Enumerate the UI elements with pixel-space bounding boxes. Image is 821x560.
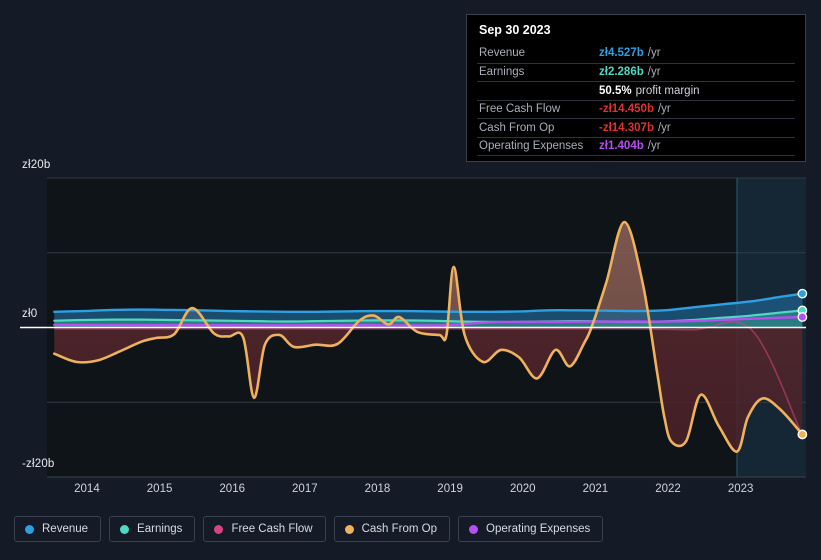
legend-item-operating-expenses[interactable]: Operating Expenses [458, 516, 604, 542]
x-axis-tick-label: 2019 [437, 483, 463, 495]
tooltip-row: Operating Expenses zł1.404b/yr [477, 136, 795, 156]
tooltip-row-value: 50.5% [599, 84, 632, 97]
legend-color-swatch-icon [120, 524, 130, 534]
legend-item-label: Cash From Op [361, 523, 438, 535]
tooltip-date: Sep 30 2023 [479, 23, 551, 37]
tooltip-row-value: zł1.404b [599, 140, 644, 153]
tooltip-row-value-group: 50.5% profit margin [599, 85, 700, 97]
x-axis-tick-label: 2016 [219, 483, 245, 495]
tooltip-row-unit: /yr [647, 66, 661, 79]
tooltip-row-value: zł2.286b [599, 66, 644, 79]
x-axis-tick-label: 2017 [292, 483, 318, 495]
tooltip-row-value-group: zł4.527b/yr [599, 47, 661, 59]
tooltip-row-unit: /yr [657, 103, 671, 116]
tooltip-row-label: Free Cash Flow [479, 103, 561, 116]
tooltip-row-value: -zł14.307b [599, 121, 654, 134]
tooltip-row: Cash From Op -zł14.307b/yr [477, 118, 795, 137]
tooltip-rows: Revenue zł4.527b/yr Earnings zł2.286b/yr 50.… [477, 44, 795, 155]
x-axis-tick-label: 2014 [74, 483, 100, 495]
tooltip-row: Revenue zł4.527b/yr [477, 44, 795, 63]
x-axis-labels: 2014 2015 2016 2017 2018 2019 2020 2021 2022 2023 [0, 483, 821, 503]
y-axis-label-bottom: -zł20b [22, 458, 55, 470]
legend-item-label: Operating Expenses [486, 523, 591, 535]
x-axis-tick-label: 2023 [727, 483, 754, 495]
tooltip-row-value-group: zł2.286b/yr [599, 66, 661, 78]
cash-from-op-endpoint-marker [797, 429, 808, 440]
legend-item-label: Revenue [42, 523, 89, 535]
chart-legend[interactable]: Revenue Earnings Free Cash Flow Cash From O… [14, 516, 604, 542]
x-axis-tick-label: 2018 [364, 483, 391, 495]
tooltip-row-label: Revenue [479, 47, 526, 60]
legend-color-swatch-icon [25, 524, 34, 534]
x-axis-tick-label: 2015 [146, 483, 173, 495]
y-axis-label-top: zł20b [22, 159, 51, 171]
legend-item-label: Earnings [137, 523, 183, 535]
tooltip-row-unit: /yr [657, 121, 671, 134]
y-axis-label-zero: zł0 [22, 308, 38, 320]
tooltip-row-value: -zł14.450b [599, 103, 654, 116]
legend-item-cash-from-op[interactable]: Cash From Op [333, 516, 451, 542]
legend-color-swatch-icon [469, 524, 479, 534]
tooltip-row-label: Earnings [479, 66, 525, 79]
financial-chart-widget: zł20b zł0 -zł20b 2014 2015 2016 2017 2018 201… [0, 0, 821, 560]
legend-item-revenue[interactable]: Revenue [14, 516, 102, 542]
legend-item-free-cash-flow[interactable]: Free Cash Flow [203, 516, 326, 542]
revenue-endpoint-marker [797, 288, 808, 299]
tooltip-row-value-group: zł1.404b/yr [599, 140, 661, 152]
tooltip-row-unit: /yr [647, 140, 661, 153]
operating-expenses-endpoint-marker [797, 312, 808, 322]
x-axis-tick-label: 2020 [509, 483, 536, 495]
legend-item-label: Free Cash Flow [231, 523, 313, 535]
x-axis-tick-label: 2022 [655, 483, 681, 495]
chart-tooltip: Sep 30 2023 Revenue zł4.527b/yr Earnings zł… [466, 14, 806, 162]
tooltip-footer-rule [477, 155, 795, 157]
tooltip-row-label: Operating Expenses [479, 140, 584, 153]
tooltip-row: 50.5% profit margin [477, 81, 795, 100]
x-axis-tick-label: 2021 [582, 483, 609, 495]
tooltip-row-unit: /yr [647, 47, 661, 60]
legend-item-earnings[interactable]: Earnings [109, 516, 196, 542]
tooltip-row-value: zł4.527b [599, 47, 644, 60]
tooltip-row-subtext: profit margin [635, 84, 700, 97]
tooltip-row-label: Cash From Op [479, 121, 555, 134]
tooltip-row: Earnings zł2.286b/yr [477, 62, 795, 82]
tooltip-row-value-group: -zł14.307b/yr [599, 122, 671, 134]
legend-color-swatch-icon [214, 524, 224, 534]
tooltip-row-value-group: -zł14.450b/yr [599, 103, 671, 115]
tooltip-row: Free Cash Flow -zł14.450b/yr [477, 99, 795, 119]
legend-color-swatch-icon [344, 524, 354, 534]
